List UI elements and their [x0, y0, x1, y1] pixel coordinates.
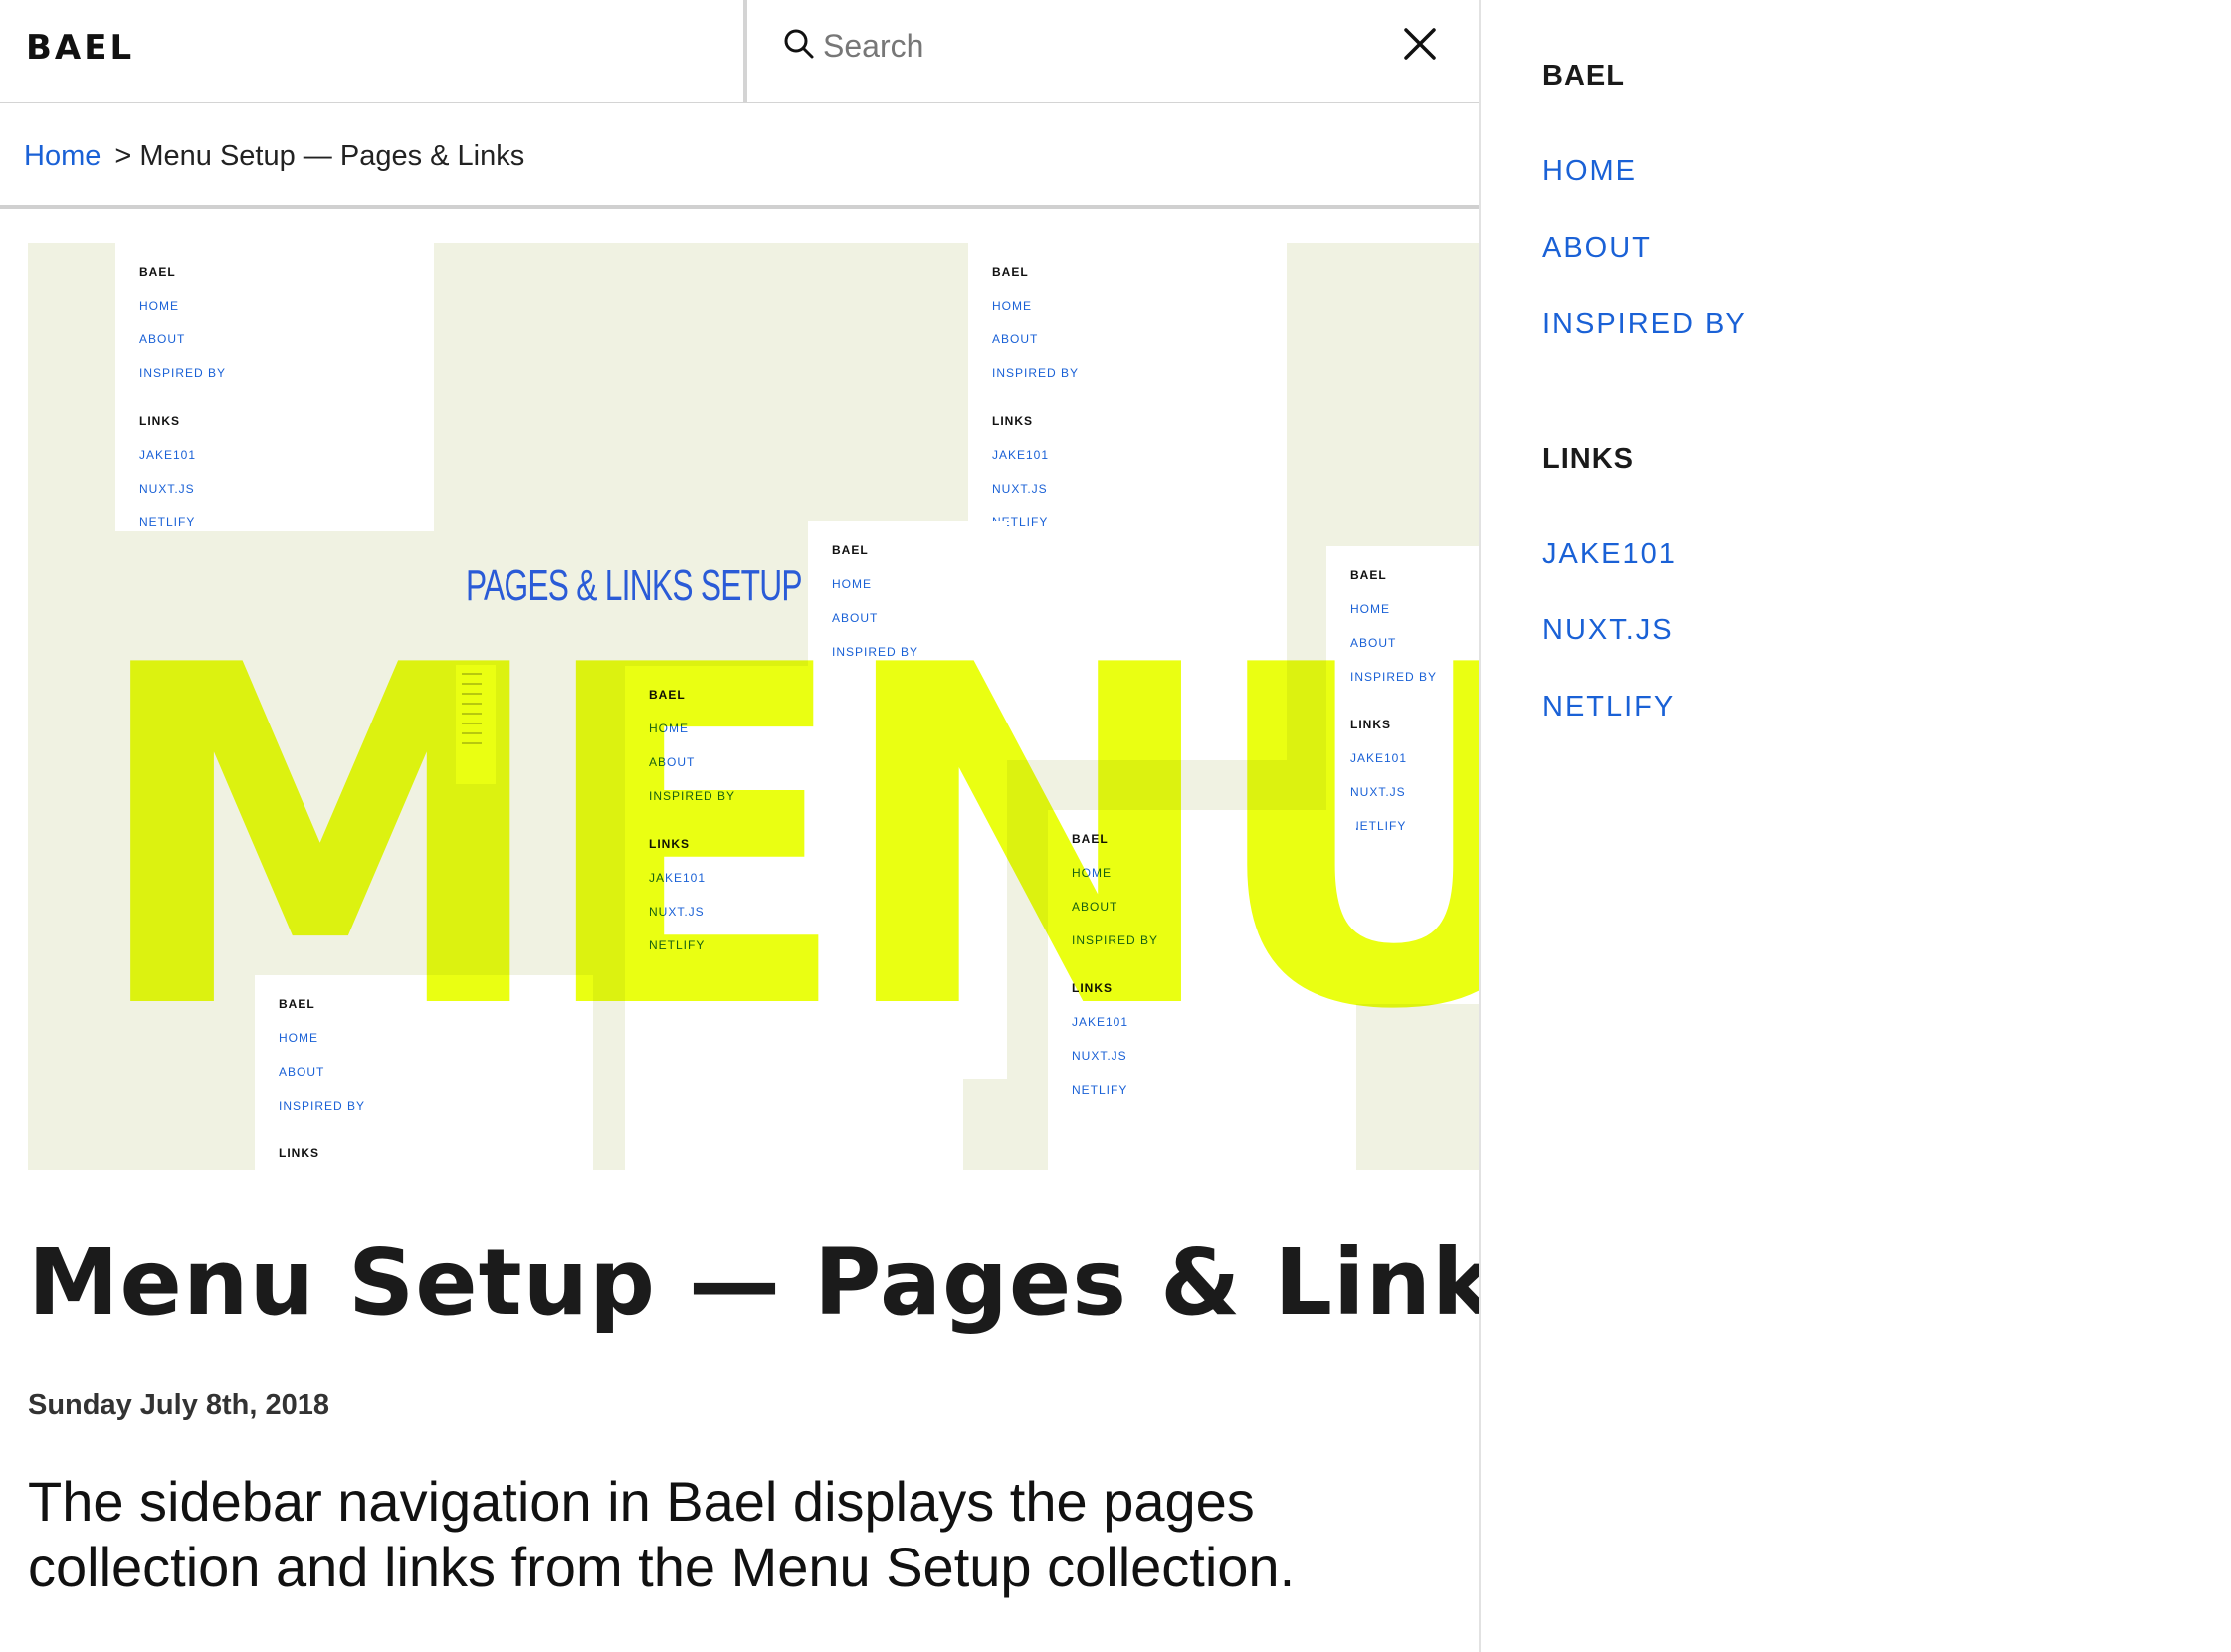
sidebar-item-about[interactable]: ABOUT [1542, 232, 1652, 265]
sidebar-item-nuxtjs[interactable]: NUXT.JS [1542, 614, 1674, 647]
hero-card-page-link: INSPIRED BY [139, 366, 227, 380]
top-bar: BAEL [0, 0, 1479, 103]
sidebar-links-heading: LINKS [1542, 443, 1634, 475]
sidebar-nav: BAEL HOME ABOUT INSPIRED BY LINKS JAKE10… [1483, 0, 2231, 1652]
sidebar-item-home[interactable]: HOME [1542, 155, 1637, 188]
hero-card-external-link: NUXT.JS [992, 482, 1048, 496]
hero-card-page-link: ABOUT [992, 332, 1039, 346]
hero-card-external-link: NETLIFY [992, 516, 1049, 529]
hero-card-external-link: JAKE101 [992, 448, 1050, 462]
sidebar-item-jake101[interactable]: JAKE101 [1542, 538, 1677, 571]
hero-card-external-link: NETLIFY [139, 516, 196, 529]
breadcrumb-home-link[interactable]: Home [24, 140, 101, 172]
article-body: The sidebar navigation in Bael displays … [28, 1470, 1296, 1598]
hero-card-title: BAEL [992, 265, 1029, 279]
search-input[interactable] [821, 20, 1342, 72]
hero-card-external-link: JAKE101 [139, 448, 197, 462]
hero-card-links-heading: LINKS [279, 1146, 319, 1160]
breadcrumb-current: > Menu Setup — Pages & Links [114, 140, 525, 172]
hero-menu-card: BAEL HOME ABOUT INSPIRED BY LINKS JAKE101 NUXT… [115, 243, 434, 531]
sidebar-item-netlify[interactable]: NETLIFY [1542, 691, 1675, 723]
hero-big-text: MENU [88, 567, 1481, 1112]
hero-card-page-link: ABOUT [139, 332, 186, 346]
breadcrumb: Home > Menu Setup — Pages & Links [0, 103, 1479, 209]
breadcrumb-trail: Home > Menu Setup — Pages & Links [24, 140, 524, 173]
sidebar-title: BAEL [1542, 60, 1625, 92]
hero-card-links-heading: LINKS [139, 414, 180, 428]
search-bar [743, 0, 1479, 102]
hero-card-external-link: NUXT.JS [139, 482, 195, 496]
article-title: Menu Setup — Pages & Links [28, 1229, 1481, 1336]
hero-card-page-link: INSPIRED BY [992, 366, 1080, 380]
search-icon [784, 29, 814, 59]
main-column: BAEL Home > Menu Setup — Pages & Links BA… [0, 0, 1481, 1652]
hero-card-links-heading: LINKS [992, 414, 1033, 428]
hero-card-page-link: HOME [992, 299, 1032, 312]
close-icon[interactable] [1396, 20, 1444, 68]
hero-card-page-link: HOME [139, 299, 179, 312]
hero-card-title: BAEL [832, 543, 869, 557]
hero-card-title: BAEL [139, 265, 176, 279]
sidebar-item-inspired-by[interactable]: INSPIRED BY [1542, 309, 1747, 341]
site-logo[interactable]: BAEL [26, 28, 134, 68]
article-date: Sunday July 8th, 2018 [28, 1389, 330, 1421]
hero-image: BAEL HOME ABOUT INSPIRED BY LINKS JAKE101 NUXT… [28, 243, 1481, 1170]
